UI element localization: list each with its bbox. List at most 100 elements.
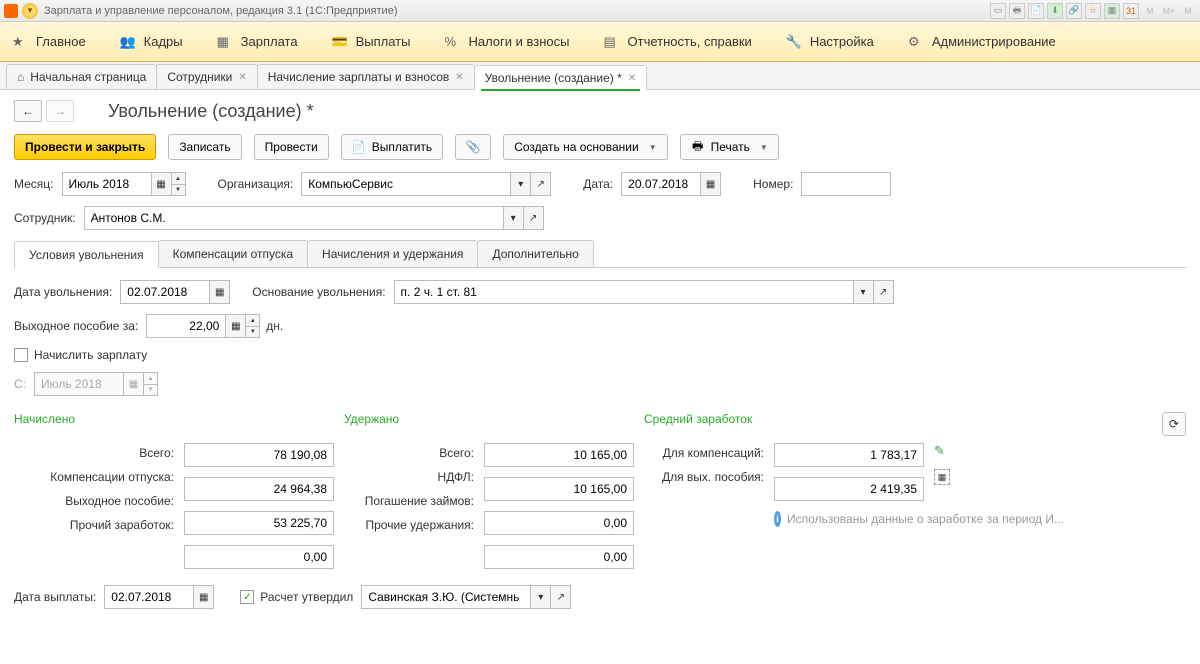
- titlebar: ▾ Зарплата и управление персоналом, реда…: [0, 0, 1200, 22]
- calendar-icon[interactable]: ▦: [210, 280, 230, 304]
- month-input[interactable]: [62, 172, 152, 196]
- sys-btn[interactable]: 🖶: [1009, 3, 1025, 19]
- org-input[interactable]: [301, 172, 511, 196]
- approved-checkbox[interactable]: [240, 590, 254, 604]
- submit-button[interactable]: Провести: [254, 134, 329, 160]
- chevron-down-icon: ▼: [760, 143, 768, 152]
- spinner-down[interactable]: ▼: [172, 184, 186, 196]
- for-sev-value[interactable]: [774, 477, 924, 501]
- other-income-value[interactable]: [184, 545, 334, 569]
- employee-input[interactable]: [84, 206, 504, 230]
- submit-close-button[interactable]: Провести и закрыть: [14, 134, 156, 160]
- forward-button[interactable]: →: [46, 100, 74, 122]
- close-icon[interactable]: ✕: [238, 72, 246, 83]
- save-button[interactable]: Записать: [168, 134, 241, 160]
- back-button[interactable]: ←: [14, 100, 42, 122]
- pay-button[interactable]: 📄Выплатить: [341, 134, 444, 160]
- abacus-icon[interactable]: ▦: [934, 469, 950, 485]
- sys-btn[interactable]: 🔗: [1066, 3, 1082, 19]
- footer-row: Дата выплаты: ▦ Расчет утвердил ▾ ↗: [14, 585, 1186, 609]
- sys-m[interactable]: M: [1142, 3, 1158, 19]
- month-spinner: ▲ ▼: [172, 172, 186, 196]
- tab-payroll[interactable]: Начисление зарплаты и взносов✕: [257, 64, 475, 89]
- month-input-group: ▦ ▲ ▼: [62, 172, 186, 196]
- accrue-salary-checkbox[interactable]: [14, 348, 28, 362]
- total-label: Всего:: [139, 446, 174, 460]
- sys-btn[interactable]: ☆: [1085, 3, 1101, 19]
- sys-btn[interactable]: ▦: [1104, 3, 1120, 19]
- severance-spinner: ▲ ▼: [246, 314, 260, 338]
- close-icon[interactable]: ✕: [455, 72, 463, 83]
- other-income-label: Прочий заработок:: [70, 518, 174, 532]
- pay-date-input[interactable]: [104, 585, 194, 609]
- other-ded-value[interactable]: [484, 545, 634, 569]
- menu-admin[interactable]: ⚙Администрирование: [908, 34, 1056, 50]
- severance-input[interactable]: [146, 314, 226, 338]
- number-input[interactable]: [801, 172, 891, 196]
- sys-btn[interactable]: ▭: [990, 3, 1006, 19]
- calendar-icon[interactable]: 31: [1123, 3, 1139, 19]
- spinner-up[interactable]: ▲: [172, 172, 186, 184]
- dismiss-date-input[interactable]: [120, 280, 210, 304]
- refresh-button[interactable]: ⟳: [1162, 412, 1186, 436]
- attach-button[interactable]: 📎: [455, 134, 491, 160]
- chevron-down-icon: ▼: [649, 143, 657, 152]
- sys-btn[interactable]: ⬇: [1047, 3, 1063, 19]
- number-label: Номер:: [753, 177, 793, 191]
- severance-sum-value[interactable]: [184, 511, 334, 535]
- subtab-compensations[interactable]: Компенсации отпуска: [158, 240, 308, 267]
- loan-label: Погашение займов:: [365, 494, 474, 508]
- menu-taxes[interactable]: %Налоги и взносы: [444, 34, 569, 50]
- tab-home[interactable]: ⌂Начальная страница: [6, 64, 157, 89]
- dropdown-icon[interactable]: ▾: [531, 585, 551, 609]
- severance-group: ▦ ▲ ▼: [146, 314, 260, 338]
- home-icon: ⌂: [17, 70, 24, 84]
- print-button[interactable]: 🖶Печать▼: [680, 134, 779, 160]
- dropdown-icon[interactable]: ▾: [854, 280, 874, 304]
- open-icon[interactable]: ↗: [531, 172, 551, 196]
- calc-icon[interactable]: ▦: [226, 314, 246, 338]
- total-accrued-value[interactable]: [184, 443, 334, 467]
- for-comp-value[interactable]: [774, 443, 924, 467]
- subtab-conditions[interactable]: Условия увольнения: [14, 241, 159, 268]
- comp-vac-value[interactable]: [184, 477, 334, 501]
- subtab-additional[interactable]: Дополнительно: [477, 240, 593, 267]
- sys-m-plus[interactable]: M+: [1161, 3, 1177, 19]
- menu-personnel[interactable]: 👥Кадры: [120, 34, 183, 50]
- menu-payments[interactable]: 💳Выплаты: [332, 34, 411, 50]
- create-based-button[interactable]: Создать на основании▼: [503, 134, 667, 160]
- spinner-up[interactable]: ▲: [246, 314, 260, 326]
- spinner-down[interactable]: ▼: [246, 326, 260, 338]
- app-dropdown-icon[interactable]: ▾: [22, 3, 38, 19]
- date-input[interactable]: [621, 172, 701, 196]
- open-icon[interactable]: ↗: [874, 280, 894, 304]
- dropdown-icon[interactable]: ▾: [504, 206, 524, 230]
- tab-employees[interactable]: Сотрудники✕: [156, 64, 257, 89]
- ndfl-value[interactable]: [484, 477, 634, 501]
- open-icon[interactable]: ↗: [524, 206, 544, 230]
- pencil-icon[interactable]: ✎: [934, 443, 958, 459]
- calendar-icon[interactable]: ▦: [152, 172, 172, 196]
- menu-reports[interactable]: ▤Отчетность, справки: [604, 34, 752, 50]
- total-withheld-value[interactable]: [484, 443, 634, 467]
- menu-salary[interactable]: ▦Зарплата: [217, 34, 298, 50]
- approved-label: Расчет утвердил: [260, 590, 353, 604]
- percent-icon: %: [444, 34, 460, 50]
- org-input-group: ▾ ↗: [301, 172, 551, 196]
- calendar-icon[interactable]: ▦: [194, 585, 214, 609]
- comp-vac-label: Компенсации отпуска:: [50, 470, 174, 484]
- calendar-icon[interactable]: ▦: [701, 172, 721, 196]
- close-icon[interactable]: ✕: [628, 73, 636, 84]
- menu-settings[interactable]: 🔧Настройка: [786, 34, 874, 50]
- subtab-accruals[interactable]: Начисления и удержания: [307, 240, 478, 267]
- reason-input[interactable]: [394, 280, 854, 304]
- main-menu: ★Главное 👥Кадры ▦Зарплата 💳Выплаты %Нало…: [0, 22, 1200, 62]
- dropdown-icon[interactable]: ▾: [511, 172, 531, 196]
- sys-m[interactable]: M: [1180, 3, 1196, 19]
- sys-btn[interactable]: 📄: [1028, 3, 1044, 19]
- menu-main[interactable]: ★Главное: [12, 34, 86, 50]
- open-icon[interactable]: ↗: [551, 585, 571, 609]
- tab-dismissal[interactable]: Увольнение (создание) *✕: [474, 65, 647, 90]
- loan-value[interactable]: [484, 511, 634, 535]
- approved-input[interactable]: [361, 585, 531, 609]
